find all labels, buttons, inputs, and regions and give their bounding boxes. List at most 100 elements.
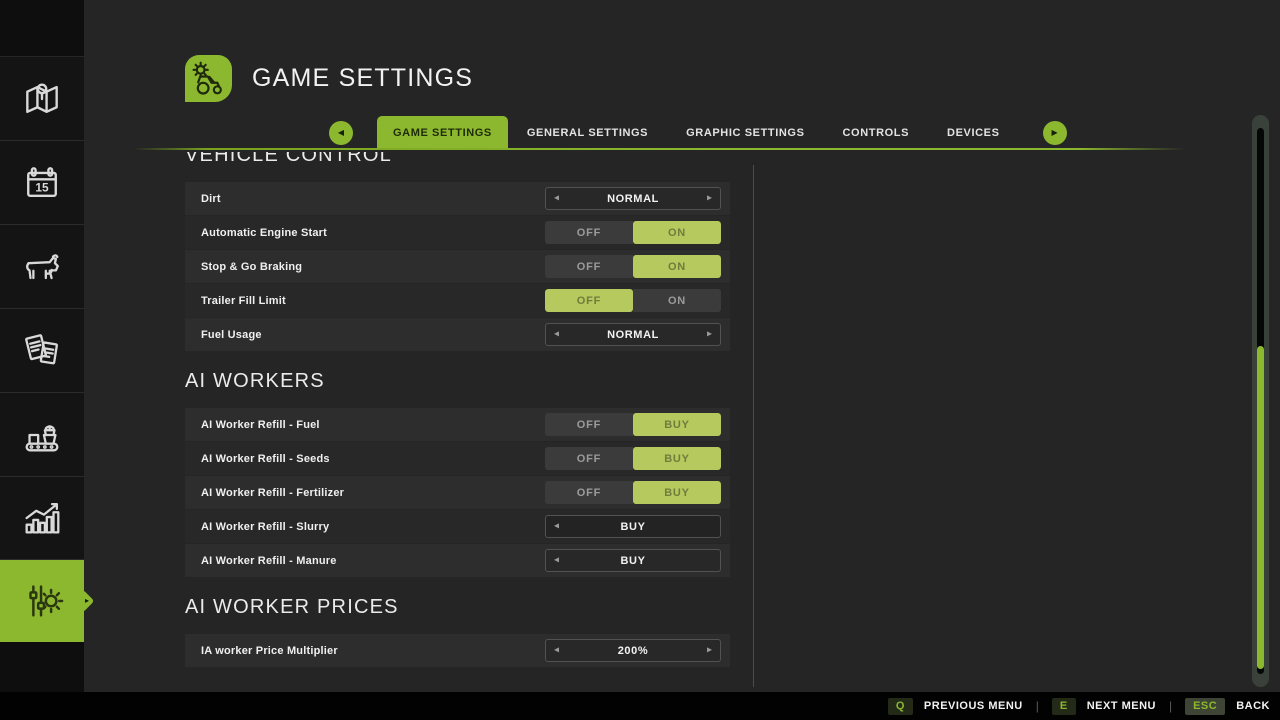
selector-value: BUY bbox=[620, 521, 645, 533]
section-heading: AI WORKER PRICES bbox=[185, 595, 730, 620]
value-selector[interactable]: ◂ BUY bbox=[545, 515, 721, 538]
key-badge-q: Q bbox=[888, 698, 913, 715]
game-settings-app-icon bbox=[185, 55, 232, 102]
selector-left-arrow-icon[interactable]: ◂ bbox=[554, 521, 559, 531]
setting-label: Fuel Usage bbox=[201, 329, 262, 341]
tab-game-settings[interactable]: GAME SETTINGS bbox=[377, 116, 508, 150]
toggle-option-buy[interactable]: BUY bbox=[633, 447, 721, 470]
hint-separator: | bbox=[1036, 699, 1039, 713]
tab-bar: ◀ GAME SETTINGSGENERAL SETTINGSGRAPHIC S… bbox=[329, 116, 1067, 150]
toggle-option-buy[interactable]: BUY bbox=[633, 481, 721, 504]
setting-row[interactable]: AI Worker Refill - Slurry◂BUY bbox=[185, 510, 730, 543]
hint-label-previous-menu: PREVIOUS MENU bbox=[924, 700, 1023, 712]
sidebar-item-map[interactable] bbox=[0, 57, 84, 141]
setting-label: AI Worker Refill - Fertilizer bbox=[201, 487, 344, 499]
selector-right-arrow-icon[interactable]: ▸ bbox=[707, 329, 712, 339]
scrollbar-thumb[interactable] bbox=[1257, 346, 1264, 668]
settings-panel: VEHICLE CONTROLDirt◂NORMAL▸Automatic Eng… bbox=[185, 152, 730, 692]
calendar-day-label: 15 bbox=[35, 180, 49, 194]
selector-value: 200% bbox=[618, 645, 649, 657]
cow-icon bbox=[19, 244, 65, 290]
next-tab-button[interactable]: ▶ bbox=[1043, 121, 1067, 145]
hint-label-next-menu: NEXT MENU bbox=[1087, 700, 1156, 712]
value-selector[interactable]: ◂ BUY bbox=[545, 549, 721, 572]
value-selector[interactable]: ◂ 200% ▸ bbox=[545, 639, 721, 662]
setting-label: AI Worker Refill - Fuel bbox=[201, 419, 320, 431]
sidebar-item-calendar[interactable]: 15 bbox=[0, 141, 84, 225]
toggle-option-on[interactable]: ON bbox=[633, 221, 721, 244]
setting-row[interactable]: Fuel Usage ◂ NORMAL ▸ bbox=[185, 318, 730, 351]
hint-label-back: BACK bbox=[1236, 700, 1270, 712]
bar-chart-icon bbox=[19, 495, 65, 541]
active-tile-notch bbox=[72, 590, 95, 613]
sidebar-item-animals[interactable] bbox=[0, 225, 84, 309]
prev-tab-button[interactable]: ◀ bbox=[329, 121, 353, 145]
toggle-option-off[interactable]: OFF bbox=[545, 447, 633, 470]
page-header: GAME SETTINGS bbox=[185, 55, 473, 102]
key-badge-e: E bbox=[1052, 698, 1076, 715]
setting-row[interactable]: AI Worker Refill - Fertilizer OFFBUY bbox=[185, 476, 730, 509]
active-tile-arrow-icon: ▸ bbox=[85, 596, 89, 605]
tab-controls[interactable]: CONTROLS bbox=[824, 116, 929, 150]
settings-gear-icon bbox=[19, 578, 65, 624]
selector-left-arrow-icon[interactable]: ◂ bbox=[554, 193, 559, 203]
scrollbar-track[interactable] bbox=[1257, 128, 1264, 674]
setting-row[interactable]: AI Worker Refill - SeedsOFFBUY bbox=[185, 442, 730, 475]
key-hint-bar: Q PREVIOUS MENU | E NEXT MENU | ESC BACK bbox=[0, 692, 1280, 720]
toggle-option-on[interactable]: ON bbox=[633, 289, 721, 312]
value-selector[interactable]: ◂NORMAL▸ bbox=[545, 187, 721, 210]
sidebar-item-contracts[interactable] bbox=[0, 309, 84, 393]
setting-row[interactable]: AI Worker Refill - Manure ◂ BUY bbox=[185, 544, 730, 577]
setting-row[interactable]: Dirt ◂NORMAL▸ bbox=[185, 182, 730, 215]
toggle-option-buy[interactable]: BUY bbox=[633, 413, 721, 436]
setting-row[interactable]: AI Worker Refill - Fuel OFFBUY bbox=[185, 408, 730, 441]
production-icon bbox=[19, 412, 65, 458]
setting-row[interactable]: IA worker Price Multiplier◂200%▸ bbox=[185, 634, 730, 667]
key-badge-esc: ESC bbox=[1185, 698, 1225, 715]
selector-value: NORMAL bbox=[607, 329, 659, 341]
selector-left-arrow-icon[interactable]: ◂ bbox=[554, 555, 559, 565]
toggle-switch[interactable]: OFFBUY bbox=[545, 447, 721, 470]
toggle-switch[interactable]: OFFON bbox=[545, 221, 721, 244]
setting-label: AI Worker Refill - Manure bbox=[201, 555, 337, 567]
tab-underline bbox=[133, 148, 1185, 150]
toggle-switch[interactable]: OFFBUY bbox=[545, 481, 721, 504]
setting-row[interactable]: Trailer Fill LimitOFFON bbox=[185, 284, 730, 317]
setting-row[interactable]: Automatic Engine Start OFFON bbox=[185, 216, 730, 249]
scrollbar[interactable] bbox=[1252, 115, 1269, 687]
content-divider bbox=[753, 165, 754, 687]
sidebar-item-statistics[interactable] bbox=[0, 477, 84, 560]
toggle-switch[interactable]: OFFON bbox=[545, 289, 721, 312]
section-heading: AI WORKERS bbox=[185, 369, 730, 394]
setting-row[interactable]: Stop & Go BrakingOFFON bbox=[185, 250, 730, 283]
toggle-switch[interactable]: OFFBUY bbox=[545, 413, 721, 436]
toggle-option-off[interactable]: OFF bbox=[545, 289, 633, 312]
page-title: GAME SETTINGS bbox=[252, 64, 473, 93]
tab-general-settings[interactable]: GENERAL SETTINGS bbox=[508, 116, 667, 150]
setting-label: Automatic Engine Start bbox=[201, 227, 327, 239]
selector-right-arrow-icon[interactable]: ▸ bbox=[707, 193, 712, 203]
section-heading: VEHICLE CONTROL bbox=[185, 152, 730, 168]
sidebar-item-blank-bottom bbox=[0, 642, 84, 692]
toggle-option-off[interactable]: OFF bbox=[545, 413, 633, 436]
tab-devices[interactable]: DEVICES bbox=[928, 116, 1019, 150]
selector-left-arrow-icon[interactable]: ◂ bbox=[554, 329, 559, 339]
toggle-option-off[interactable]: OFF bbox=[545, 481, 633, 504]
sidebar: 15 bbox=[0, 0, 84, 692]
toggle-option-on[interactable]: ON bbox=[633, 255, 721, 278]
setting-label: Dirt bbox=[201, 193, 221, 205]
selector-left-arrow-icon[interactable]: ◂ bbox=[554, 645, 559, 655]
sidebar-item-settings[interactable]: ▸ bbox=[0, 560, 84, 642]
sidebar-item-production[interactable] bbox=[0, 393, 84, 477]
tab-graphic-settings[interactable]: GRAPHIC SETTINGS bbox=[667, 116, 823, 150]
toggle-switch[interactable]: OFFON bbox=[545, 255, 721, 278]
hint-separator: | bbox=[1169, 699, 1172, 713]
toggle-option-off[interactable]: OFF bbox=[545, 255, 633, 278]
value-selector[interactable]: ◂ NORMAL ▸ bbox=[545, 323, 721, 346]
sidebar-item-blank bbox=[0, 0, 84, 57]
selector-value: BUY bbox=[620, 555, 645, 567]
chevron-left-icon: ◀ bbox=[338, 129, 344, 137]
toggle-option-off[interactable]: OFF bbox=[545, 221, 633, 244]
documents-icon bbox=[19, 328, 65, 374]
selector-right-arrow-icon[interactable]: ▸ bbox=[707, 645, 712, 655]
